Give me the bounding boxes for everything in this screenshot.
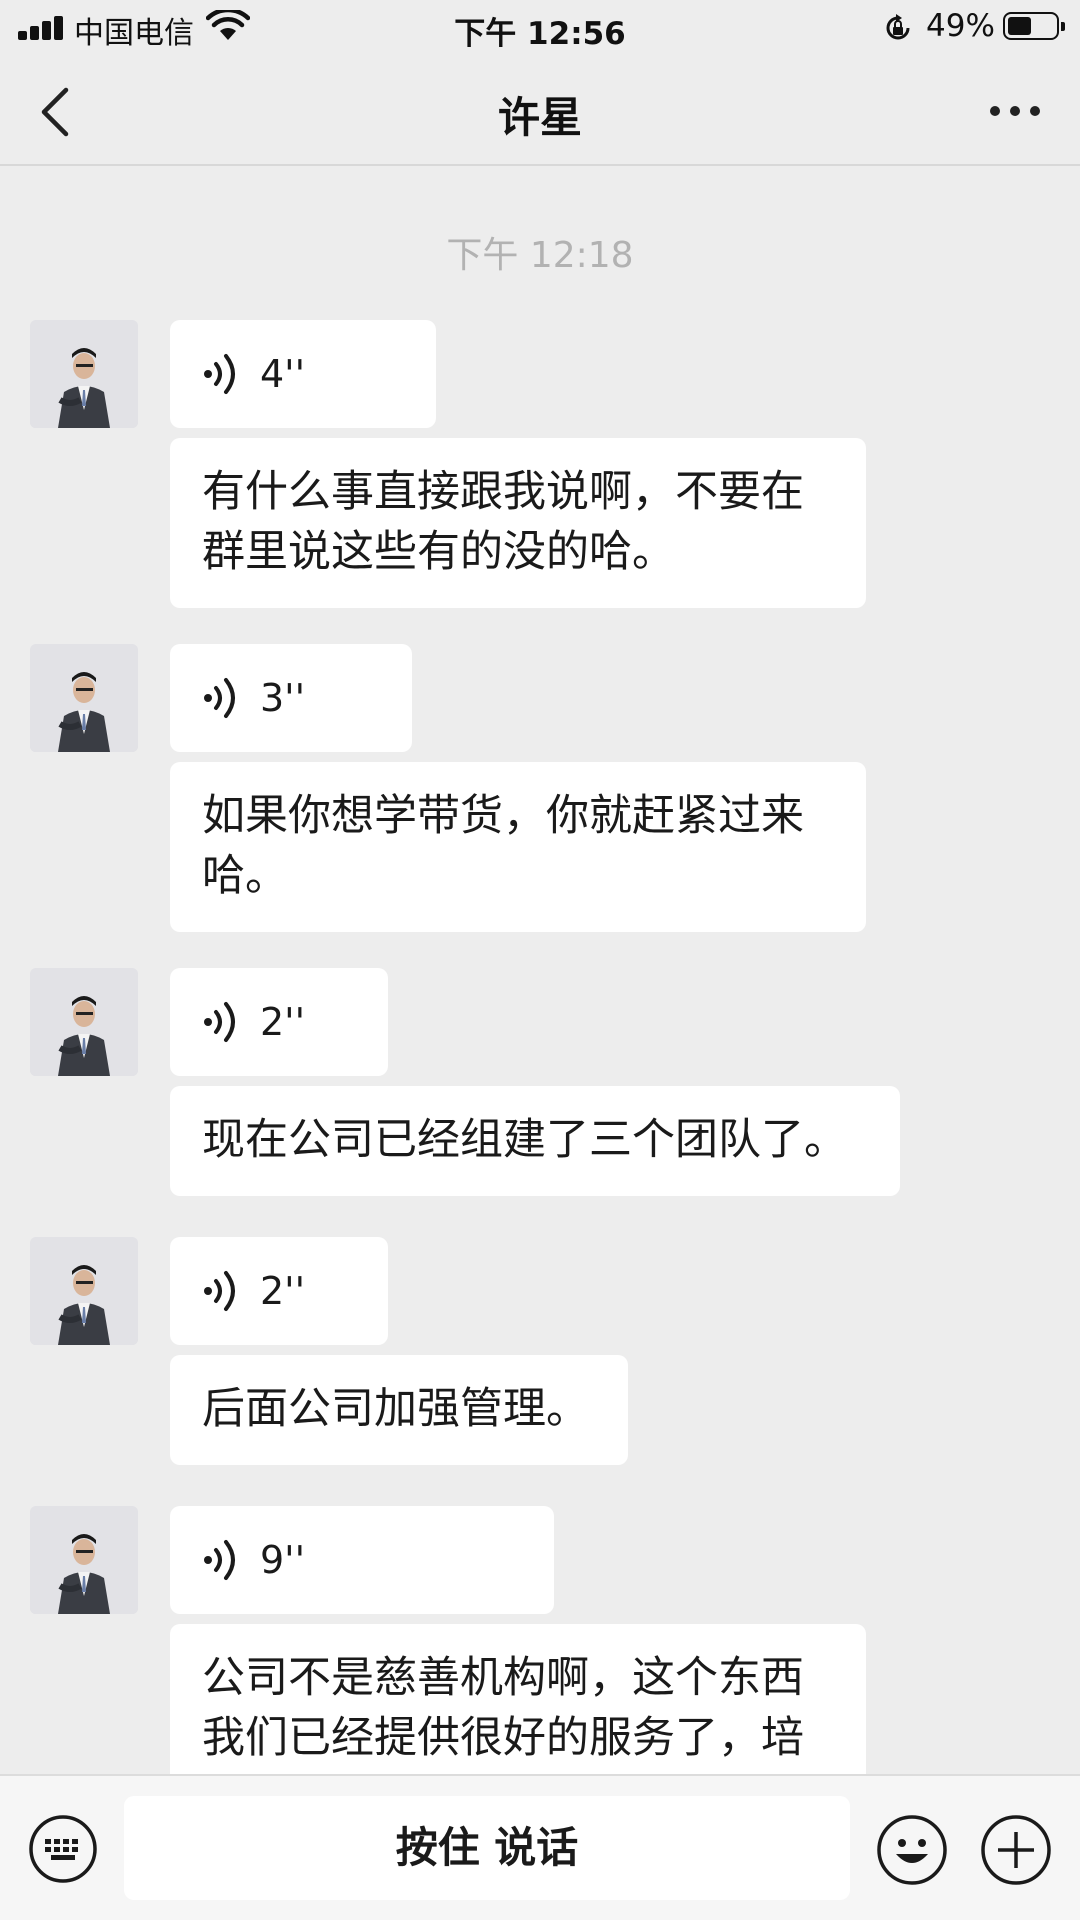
chat-area[interactable]: 下午 12:18 4'' 有什么事直接跟我说啊，不要在群里说这些有的没的哈。 3''… bbox=[0, 168, 1080, 1774]
voice-message-bubble[interactable]: 3'' bbox=[170, 644, 412, 752]
keyboard-icon[interactable] bbox=[28, 1814, 98, 1884]
battery-level bbox=[1008, 17, 1031, 35]
chat-title: 许星 bbox=[497, 93, 582, 142]
voice-wave-icon bbox=[202, 1538, 242, 1582]
text-message-bubble[interactable]: 公司不是慈善机构啊，这个东西我们已经提供很好的服务了，培 bbox=[170, 1624, 866, 1774]
emoji-icon[interactable] bbox=[876, 1814, 948, 1886]
voice-duration: 9'' bbox=[260, 1538, 306, 1582]
message-timestamp: 下午 12:18 bbox=[446, 235, 634, 276]
voice-duration: 2'' bbox=[260, 1000, 306, 1044]
nav-bar: 许星 bbox=[0, 56, 1080, 166]
text-message-bubble[interactable]: 有什么事直接跟我说啊，不要在群里说这些有的没的哈。 bbox=[170, 438, 866, 608]
avatar[interactable] bbox=[30, 320, 138, 428]
input-bar: 按住 说话 bbox=[0, 1774, 1080, 1920]
text-message-bubble[interactable]: 如果你想学带货，你就赶紧过来哈。 bbox=[170, 762, 866, 932]
battery-percent: 49% bbox=[926, 8, 995, 44]
text-message-bubble[interactable]: 现在公司已经组建了三个团队了。 bbox=[170, 1086, 900, 1196]
battery-cap bbox=[1061, 22, 1065, 31]
status-time: 下午 12:56 bbox=[454, 16, 626, 52]
voice-wave-icon bbox=[202, 676, 242, 720]
voice-duration: 4'' bbox=[260, 352, 306, 396]
avatar[interactable] bbox=[30, 644, 138, 752]
more-icon[interactable] bbox=[990, 104, 1040, 118]
avatar[interactable] bbox=[30, 1237, 138, 1345]
plus-icon[interactable] bbox=[980, 1814, 1052, 1886]
voice-wave-icon bbox=[202, 1000, 242, 1044]
voice-message-bubble[interactable]: 4'' bbox=[170, 320, 436, 428]
text-message-bubble[interactable]: 后面公司加强管理。 bbox=[170, 1355, 628, 1465]
status-bar: 中国电信 下午 12:56 49% bbox=[0, 0, 1080, 56]
voice-wave-icon bbox=[202, 352, 242, 396]
avatar[interactable] bbox=[30, 968, 138, 1076]
orientation-lock-icon bbox=[886, 14, 910, 40]
voice-message-bubble[interactable]: 2'' bbox=[170, 968, 388, 1076]
voice-duration: 2'' bbox=[260, 1269, 306, 1313]
voice-message-bubble[interactable]: 2'' bbox=[170, 1237, 388, 1345]
voice-wave-icon bbox=[202, 1269, 242, 1313]
battery-icon bbox=[1003, 12, 1065, 40]
hold-to-talk-button[interactable]: 按住 说话 bbox=[124, 1796, 850, 1900]
voice-message-bubble[interactable]: 9'' bbox=[170, 1506, 554, 1614]
voice-duration: 3'' bbox=[260, 676, 306, 720]
avatar[interactable] bbox=[30, 1506, 138, 1614]
